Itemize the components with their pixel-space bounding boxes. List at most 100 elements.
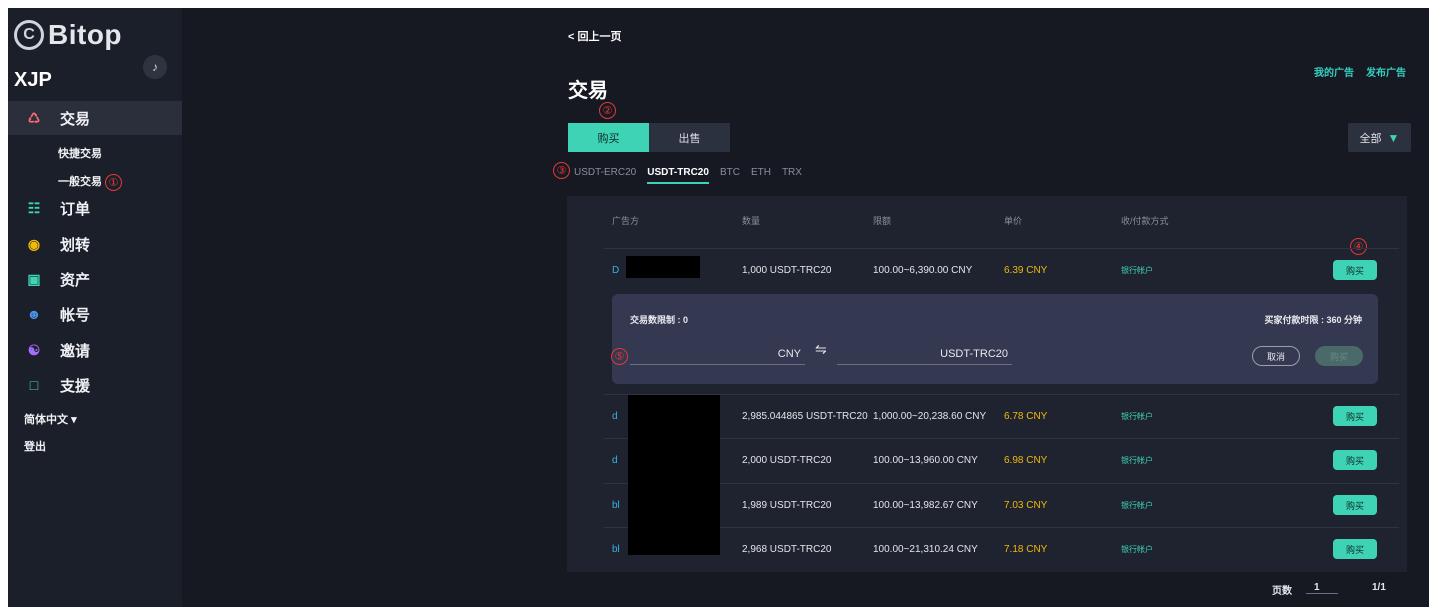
back-link[interactable]: < 回上一页 bbox=[568, 28, 621, 44]
coin-tab-usdt-erc20[interactable]: USDT-ERC20 bbox=[574, 167, 636, 184]
coin-tab-usdt-trc20[interactable]: USDT-TRC20 bbox=[647, 167, 709, 184]
sidebar: C Bitop XJP ♪ ♺ 交易 快捷交易 一般交易 ① ☷ 订单 ◉ 划转 … bbox=[8, 8, 182, 607]
table-row: d 2,985.044865 USDT-TRC20 1,000.00~20,23… bbox=[604, 394, 1399, 438]
page-total: 1/1 bbox=[1372, 582, 1386, 593]
logo-icon: C bbox=[14, 20, 44, 50]
sidebar-item-transfer[interactable]: ◉ 划转 bbox=[8, 227, 182, 261]
redaction-block bbox=[628, 395, 720, 555]
confirm-buy-button[interactable]: 购买 bbox=[1315, 346, 1363, 366]
wallet-icon: ▣ bbox=[27, 270, 41, 287]
amount-cell: 1,989 USDT-TRC20 bbox=[742, 500, 832, 511]
sidebar-item-support[interactable]: □ 支援 bbox=[8, 368, 182, 402]
crypto-amount-input[interactable]: USDT-TRC20 bbox=[837, 344, 1012, 365]
sidebar-item-label: 资产 bbox=[60, 271, 91, 289]
page-title: 交易 bbox=[568, 80, 608, 102]
app-frame: C Bitop XJP ♪ ♺ 交易 快捷交易 一般交易 ① ☷ 订单 ◉ 划转 … bbox=[8, 8, 1429, 607]
sidebar-item-invite[interactable]: ☯ 邀请 bbox=[8, 333, 182, 367]
table-row: bl 1,989 USDT-TRC20 100.00~13,982.67 CNY… bbox=[604, 483, 1399, 527]
sidebar-item-account[interactable]: ☻ 帐号 bbox=[8, 297, 182, 331]
buy-button[interactable]: 购买 bbox=[1333, 539, 1377, 559]
coin-tab-btc[interactable]: BTC bbox=[720, 167, 740, 184]
buy-button[interactable]: 购买 bbox=[1333, 450, 1377, 470]
buy-panel: 交易数限制 : 0 买家付款时限 : 360 分钟 ⑤ CNY ⇋ USDT-T… bbox=[611, 294, 1378, 384]
limit-cell: 100.00~13,982.67 CNY bbox=[873, 500, 978, 511]
limit-cell: 100.00~13,960.00 CNY bbox=[873, 455, 978, 466]
sidebar-item-label: 划转 bbox=[60, 236, 91, 254]
coin-tabs: USDT-ERC20 USDT-TRC20 BTC ETH TRX bbox=[574, 167, 813, 184]
coin-tab-eth[interactable]: ETH bbox=[751, 167, 771, 184]
sidebar-item-label: 邀请 bbox=[60, 342, 91, 360]
filter-icon: ▼ bbox=[1387, 130, 1400, 145]
column-header: 收/付款方式 bbox=[1121, 216, 1169, 226]
limit-cell: 100.00~6,390.00 CNY bbox=[873, 265, 973, 276]
annotation-marker-5: ⑤ bbox=[611, 348, 628, 365]
brand-name: Bitop bbox=[48, 19, 123, 50]
post-ad-link[interactable]: 发布广告 bbox=[1366, 68, 1406, 79]
buy-button[interactable]: 购买 bbox=[1333, 495, 1377, 515]
support-icon: □ bbox=[29, 377, 39, 393]
sidebar-subitem-label: 一般交易 bbox=[58, 176, 102, 188]
sidebar-item-label: 交易 bbox=[60, 110, 91, 128]
payment-method-cell: 银行帐户 bbox=[1121, 266, 1153, 275]
price-cell: 7.18 CNY bbox=[1004, 544, 1048, 555]
payment-method-cell: 银行帐户 bbox=[1121, 501, 1153, 510]
limit-cell: 100.00~21,310.24 CNY bbox=[873, 544, 978, 555]
advertiser-name[interactable]: d bbox=[612, 439, 618, 483]
annotation-marker-3: ③ bbox=[553, 162, 570, 179]
bell-icon[interactable]: ♪ bbox=[143, 55, 167, 79]
advertiser-name[interactable]: d bbox=[612, 395, 618, 439]
trade-limit-label: 交易数限制 : 0 bbox=[630, 315, 689, 325]
column-header: 数量 bbox=[742, 216, 761, 226]
invite-icon: ☯ bbox=[27, 341, 41, 358]
price-cell: 7.03 CNY bbox=[1004, 500, 1048, 511]
trade-tabs: 购买 出售 bbox=[568, 123, 730, 152]
annotation-marker-2: ② bbox=[599, 102, 616, 119]
sidebar-item-label: 订单 bbox=[60, 200, 91, 218]
tab-sell[interactable]: 出售 bbox=[649, 123, 730, 152]
sidebar-item-trade[interactable]: ♺ 交易 bbox=[8, 101, 182, 135]
sidebar-item-orders[interactable]: ☷ 订单 bbox=[8, 191, 182, 225]
language-label: 简体中文 bbox=[24, 414, 68, 426]
coin-tab-trx[interactable]: TRX bbox=[782, 167, 802, 184]
payment-method-cell: 银行帐户 bbox=[1121, 456, 1153, 465]
buy-button[interactable]: 购买 bbox=[1333, 406, 1377, 426]
trade-icon: ♺ bbox=[27, 109, 41, 126]
page-number-input[interactable]: 1 bbox=[1306, 582, 1338, 594]
payment-method-cell: 银行帐户 bbox=[1121, 412, 1153, 421]
advertiser-name[interactable]: bl bbox=[612, 528, 620, 572]
cancel-button[interactable]: 取消 bbox=[1252, 346, 1300, 366]
sidebar-item-label: 支援 bbox=[60, 377, 91, 395]
sidebar-item-label: 帐号 bbox=[60, 306, 91, 324]
pager-label: 页数 bbox=[1272, 586, 1292, 597]
table-row: D 1,000 USDT-TRC20 100.00~6,390.00 CNY 6… bbox=[604, 248, 1399, 292]
top-links: 我的广告 发布广告 bbox=[1314, 64, 1418, 79]
fiat-amount-input[interactable]: CNY bbox=[630, 344, 805, 365]
price-cell: 6.78 CNY bbox=[1004, 411, 1048, 422]
amount-cell: 2,968 USDT-TRC20 bbox=[742, 544, 832, 555]
tab-buy[interactable]: 购买 bbox=[568, 123, 649, 152]
amount-cell: 1,000 USDT-TRC20 bbox=[742, 265, 832, 276]
price-cell: 6.98 CNY bbox=[1004, 455, 1048, 466]
logout-link[interactable]: 登出 bbox=[24, 438, 46, 454]
advertiser-name[interactable]: bl bbox=[612, 484, 620, 528]
column-header: 广告方 bbox=[612, 216, 640, 226]
filter-button[interactable]: 全部 ▼ bbox=[1348, 123, 1411, 152]
sidebar-subitem-quick-trade[interactable]: 快捷交易 bbox=[58, 145, 102, 161]
buy-button[interactable]: 购买 bbox=[1333, 260, 1377, 280]
logo[interactable]: C Bitop bbox=[14, 19, 122, 51]
account-icon: ☻ bbox=[26, 306, 42, 322]
my-ads-link[interactable]: 我的广告 bbox=[1314, 68, 1354, 79]
column-header: 限额 bbox=[873, 216, 892, 226]
language-selector[interactable]: 简体中文 ▾ bbox=[24, 411, 77, 427]
advertiser-name[interactable]: D bbox=[612, 249, 619, 293]
filter-label: 全部 bbox=[1359, 132, 1382, 145]
price-cell: 6.39 CNY bbox=[1004, 265, 1048, 276]
sidebar-subitem-general-trade[interactable]: 一般交易 ① bbox=[58, 173, 122, 191]
swap-icon[interactable]: ⇋ bbox=[815, 341, 827, 358]
transfer-icon: ◉ bbox=[27, 235, 41, 252]
user-name: XJP bbox=[14, 69, 52, 91]
sidebar-item-assets[interactable]: ▣ 资产 bbox=[8, 262, 182, 296]
ads-table: 广告方 数量 限额 单价 收/付款方式 ④ D 1,000 USDT-TRC20… bbox=[567, 196, 1407, 572]
order-icon: ☷ bbox=[27, 199, 41, 216]
table-row: d 2,000 USDT-TRC20 100.00~13,960.00 CNY … bbox=[604, 438, 1399, 482]
